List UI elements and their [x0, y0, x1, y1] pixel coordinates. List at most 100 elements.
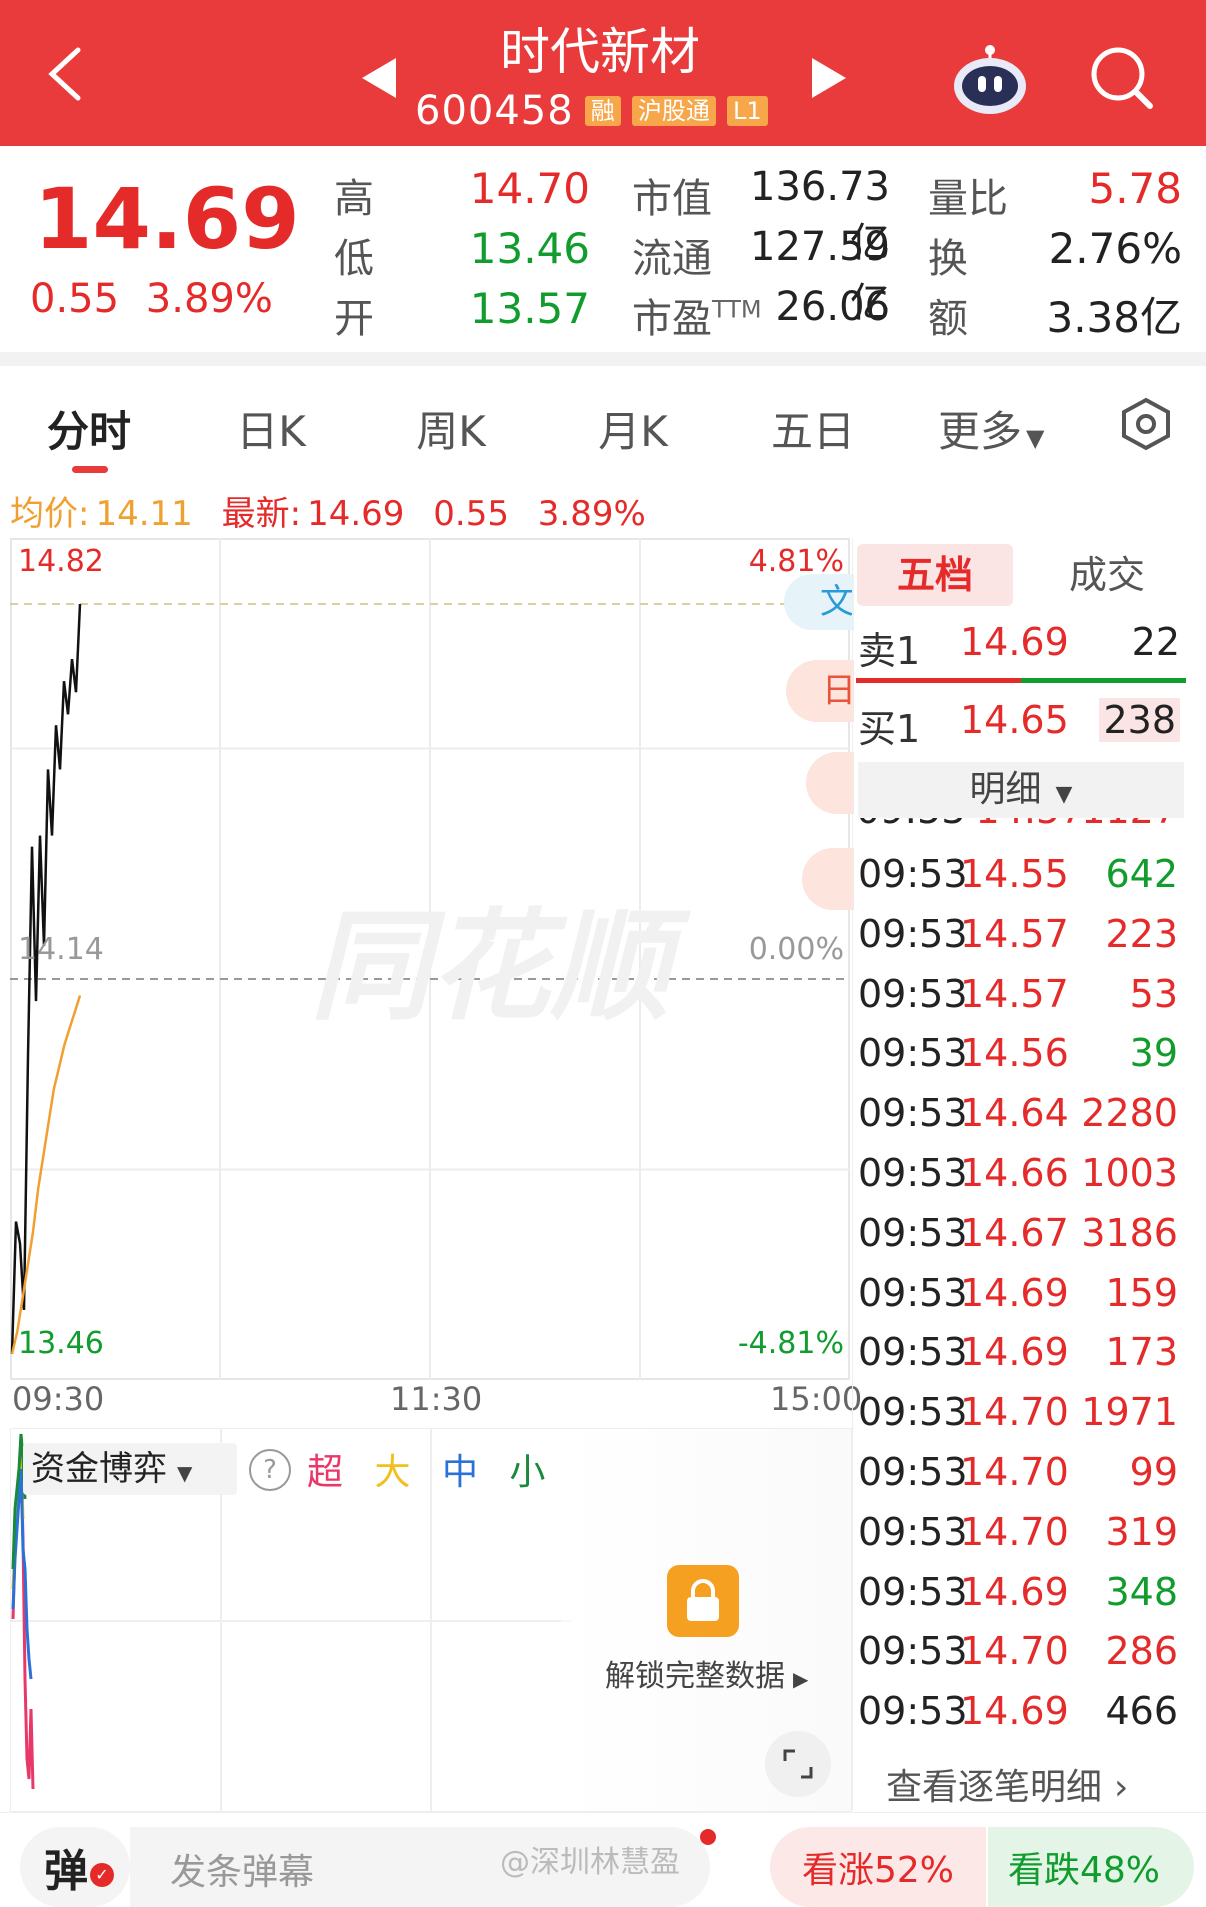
orderbook-tab-trades[interactable]: 成交: [1029, 544, 1185, 606]
float-label: 流通: [632, 236, 712, 282]
trade-row: 09:53 14.69 466: [856, 1689, 1186, 1749]
search-icon[interactable]: [1088, 44, 1156, 112]
side-tab-daily-label: 日: [822, 671, 854, 711]
legend-super[interactable]: 超: [307, 1452, 343, 1493]
stock-code-row: 600458 融 沪股通 L1: [415, 88, 768, 134]
trade-volume: 3186: [1081, 1210, 1178, 1255]
capital-panel: 资金博弈 ▼ ? 超 大 中 小 解锁完整数据 ▶: [10, 1428, 852, 1812]
trade-volume: 286: [1105, 1629, 1178, 1674]
caret-right-icon: ▶: [793, 1667, 809, 1691]
bottom-bar: 弹 ✓ 发条弹幕 @深圳林慧盈 看涨52% 看跌48%: [0, 1812, 1206, 1907]
bearish-button[interactable]: 看跌48%: [988, 1827, 1194, 1907]
tab-five-day[interactable]: 五日: [738, 398, 888, 459]
sell1-price: 14.69: [960, 620, 1069, 664]
trade-volume: 2280: [1081, 1091, 1178, 1136]
trade-row: 09:53 14.57 223: [856, 912, 1186, 972]
trade-time: 09:53: [858, 971, 968, 1016]
trade-volume: 159: [1105, 1270, 1178, 1315]
trade-row-partial: 09:5314.571127: [856, 818, 1186, 836]
trade-volume: 53: [1129, 971, 1178, 1016]
tab-daily-k[interactable]: 日K: [196, 398, 346, 459]
y-tick-top: 14.82: [18, 544, 104, 579]
amount-label: 额: [928, 296, 968, 342]
side-tab-news[interactable]: 文: [784, 574, 854, 630]
trade-time: 09:53: [858, 1031, 968, 1076]
sell1-vol: 22: [1131, 620, 1180, 664]
trade-row: 09:53 14.57 53: [856, 972, 1186, 1032]
detail-dropdown[interactable]: 明细 ▼: [858, 762, 1184, 818]
view-all-trades-label: 查看逐笔明细: [886, 1767, 1103, 1808]
trade-price: 14.55: [960, 852, 1069, 896]
trade-volume: 173: [1105, 1330, 1178, 1375]
help-icon[interactable]: ?: [249, 1449, 291, 1491]
trade-volume: 319: [1105, 1509, 1178, 1554]
expand-icon[interactable]: [765, 1731, 831, 1797]
prev-stock-icon[interactable]: [360, 58, 396, 98]
danmu-input-placeholder: 发条弹幕: [170, 1852, 315, 1893]
tab-monthly-k[interactable]: 月K: [558, 398, 708, 459]
danmu-toggle[interactable]: 弹 ✓: [20, 1827, 130, 1907]
high-value: 14.70: [469, 164, 590, 213]
capital-selector-label: 资金博弈: [31, 1449, 167, 1489]
intraday-chart[interactable]: 同花顺 14.82 14.14 13.46 4.81% 0.00% -4.81%…: [10, 538, 854, 1380]
y-tick-right-mid: 0.00%: [748, 932, 844, 967]
caret-down-icon: ▼: [1026, 424, 1045, 452]
trade-price: 14.57: [960, 971, 1069, 1016]
settings-hex-icon[interactable]: [1118, 396, 1174, 452]
trade-price: 14.67: [960, 1210, 1069, 1255]
trade-time: 09:53: [858, 911, 968, 956]
average-price-line: [10, 995, 82, 1355]
trade-time: 09:53: [858, 1450, 968, 1494]
trade-row: 09:53 14.70 319: [856, 1510, 1186, 1570]
legend-medium[interactable]: 中: [442, 1452, 478, 1493]
bullish-button[interactable]: 看涨52%: [770, 1827, 986, 1907]
legend-large[interactable]: 大: [374, 1452, 410, 1493]
danmu-input[interactable]: 发条弹幕 @深圳林慧盈: [130, 1827, 716, 1907]
level-tag: L1: [726, 96, 768, 126]
robot-assistant-icon[interactable]: [952, 40, 1028, 116]
avg-value: 14.11: [95, 494, 193, 534]
mktcap-label: 市值: [632, 176, 712, 222]
capital-selector[interactable]: 资金博弈 ▼: [23, 1443, 237, 1495]
trade-price: 14.69: [960, 1270, 1069, 1315]
side-tab-news-label: 文: [820, 582, 854, 622]
danmu-check-icon: ✓: [90, 1863, 114, 1887]
back-icon[interactable]: [44, 46, 84, 102]
view-all-trades-link[interactable]: 查看逐笔明细 ›: [886, 1758, 1128, 1810]
trade-volume: 642: [1105, 852, 1178, 896]
orderbook-tab-five[interactable]: 五档: [857, 544, 1013, 606]
price-change: 0.55: [30, 276, 120, 322]
trade-price: 14.69: [960, 1569, 1069, 1614]
x-tick-open: 09:30: [12, 1380, 105, 1418]
tab-intraday[interactable]: 分时: [14, 398, 164, 459]
tab-weekly-k[interactable]: 周K: [376, 398, 526, 459]
x-tick-close: 15:00: [770, 1380, 863, 1418]
trade-row: 09:53 14.64 2280: [856, 1091, 1186, 1151]
trade-time: 09:53: [858, 1390, 968, 1435]
trade-time: 09:53: [858, 1689, 968, 1734]
detail-dropdown-label: 明细: [969, 769, 1042, 810]
y-tick-mid: 14.14: [18, 932, 104, 967]
price-change-row: 0.55 3.89%: [30, 276, 273, 322]
trade-volume: 223: [1105, 911, 1178, 956]
trade-time: 09:53: [858, 1210, 968, 1255]
trade-row: 09:53 14.69 173: [856, 1330, 1186, 1390]
lock-icon[interactable]: [667, 1565, 739, 1637]
tab-more[interactable]: 更多 ▼: [938, 398, 1044, 459]
section-divider: [0, 352, 1206, 366]
unlock-data-button[interactable]: 解锁完整数据 ▶: [605, 1651, 808, 1695]
trade-row: 09:53 14.66 1003: [856, 1151, 1186, 1211]
avg-label: 均价:: [10, 494, 90, 534]
trade-volume: 99: [1129, 1450, 1178, 1494]
notification-dot: [700, 1829, 716, 1845]
next-stock-icon[interactable]: [812, 58, 848, 98]
pe-value: 26.06: [775, 284, 890, 330]
trade-price: 14.64: [960, 1091, 1069, 1136]
x-tick-noon: 11:30: [390, 1380, 483, 1418]
legend-small[interactable]: 小: [509, 1452, 545, 1493]
size-legend: 超 大 中 小: [307, 1443, 545, 1495]
trade-time: 09:53: [858, 852, 968, 896]
side-tab-daily[interactable]: 日: [786, 660, 854, 722]
trade-row: 09:53 14.70 1971: [856, 1390, 1186, 1450]
trade-price: 14.70: [960, 1450, 1069, 1494]
